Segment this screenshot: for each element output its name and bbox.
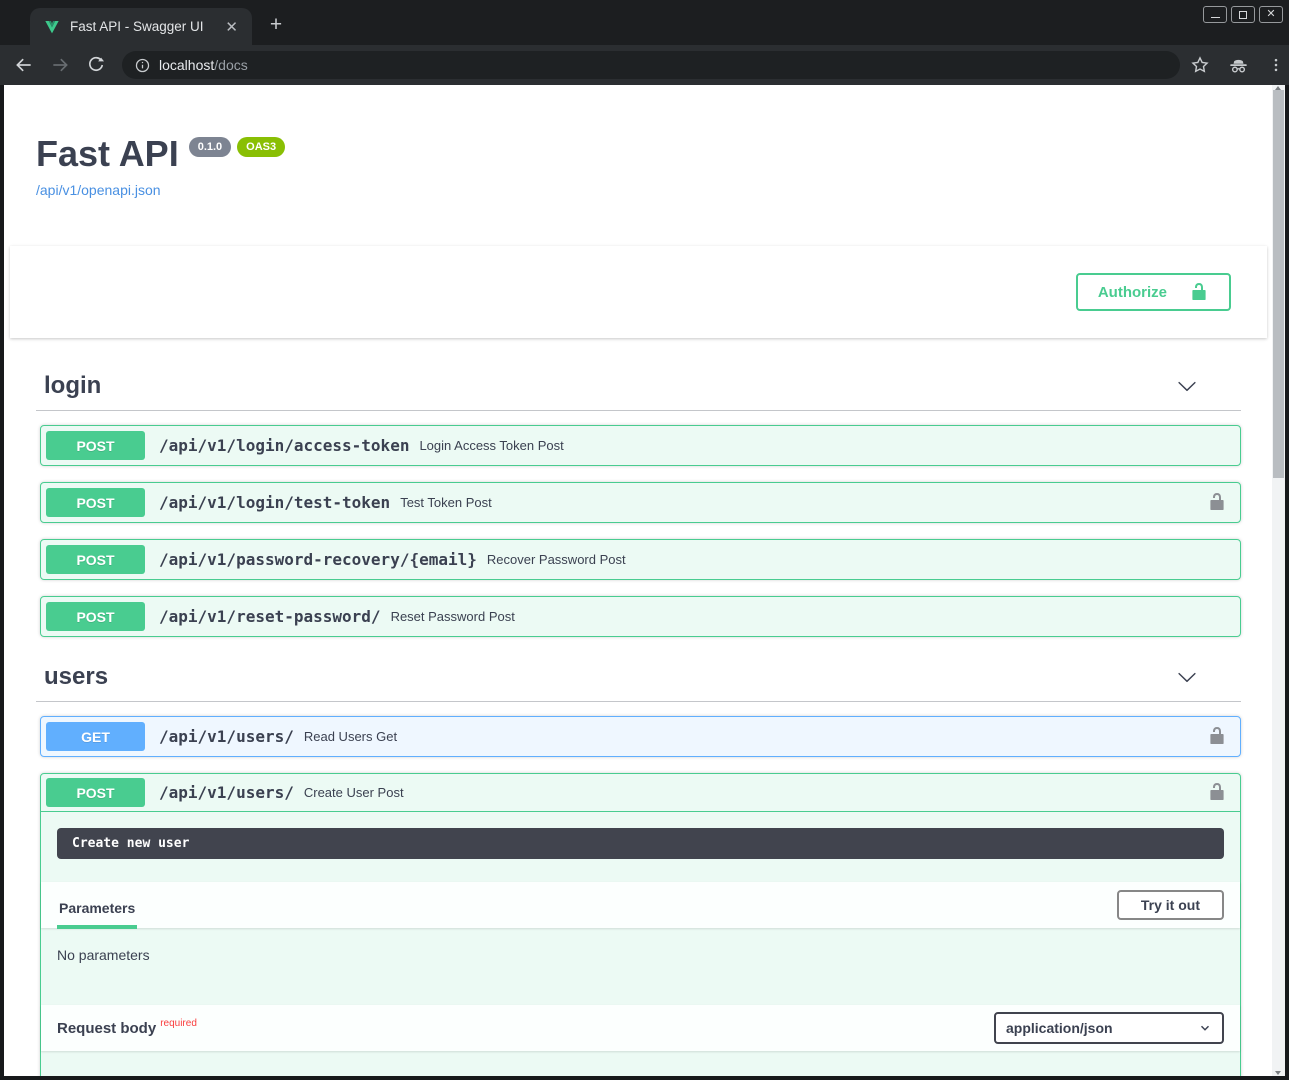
chevron-down-icon xyxy=(1198,1021,1212,1035)
oas3-badge: OAS3 xyxy=(237,137,285,157)
auth-lock-button[interactable] xyxy=(1207,782,1227,804)
unlocked-padlock-icon xyxy=(1189,282,1209,302)
unlocked-padlock-icon xyxy=(1207,726,1227,746)
auth-lock-button[interactable] xyxy=(1207,492,1227,514)
incognito-icon[interactable] xyxy=(1228,55,1249,76)
back-arrow-icon xyxy=(14,55,34,75)
endpoint-summary[interactable]: POST /api/v1/login/access-token Login Ac… xyxy=(41,426,1240,465)
reload-icon xyxy=(86,55,106,75)
tab-title: Fast API - Swagger UI xyxy=(70,19,213,34)
endpoint-password-recovery: POST /api/v1/password-recovery/{email} R… xyxy=(40,539,1241,580)
endpoint-summary[interactable]: POST /api/v1/users/ Create User Post xyxy=(41,774,1240,812)
site-info-icon[interactable] xyxy=(134,57,151,74)
endpoint-login-test-token: POST /api/v1/login/test-token Test Token… xyxy=(40,482,1241,523)
endpoint-summary[interactable]: GET /api/v1/users/ Read Users Get xyxy=(41,717,1240,756)
unlocked-padlock-icon xyxy=(1207,782,1227,802)
scheme-container: Authorize xyxy=(10,246,1267,338)
endpoint-path: /api/v1/login/test-token xyxy=(159,493,390,512)
forward-arrow-icon xyxy=(50,55,70,75)
method-badge: POST xyxy=(46,488,145,517)
parameters-tab: Parameters xyxy=(57,890,137,929)
window-minimize-button[interactable] xyxy=(1203,6,1227,23)
scroll-down-arrow-icon[interactable] xyxy=(1275,1071,1281,1075)
browser-window: Fast API - Swagger UI ✕ + ✕ xyxy=(0,0,1289,1080)
url-host: localhost xyxy=(159,57,214,73)
authorize-label: Authorize xyxy=(1098,284,1167,301)
section-title: users xyxy=(44,663,108,691)
endpoint-description: Test Token Post xyxy=(400,495,492,510)
endpoint-create-user: POST /api/v1/users/ Create User Post Cre… xyxy=(40,773,1241,1076)
maximize-icon xyxy=(1239,11,1247,19)
version-badge: 0.1.0 xyxy=(189,137,231,157)
endpoint-description: Recover Password Post xyxy=(487,552,626,567)
endpoint-description: Create User Post xyxy=(304,785,404,800)
authorize-button[interactable]: Authorize xyxy=(1076,273,1231,311)
endpoint-summary[interactable]: POST /api/v1/login/test-token Test Token… xyxy=(41,483,1240,522)
method-badge: POST xyxy=(46,602,145,631)
parameters-header: Parameters Try it out xyxy=(41,882,1240,928)
endpoint-description: Login Access Token Post xyxy=(419,438,563,453)
media-type-value: application/json xyxy=(1006,1020,1198,1036)
operation-description: Create new user xyxy=(57,828,1224,859)
back-button[interactable] xyxy=(12,53,36,77)
url-text: localhost/docs xyxy=(159,57,248,73)
endpoint-path: /api/v1/users/ xyxy=(159,783,294,802)
no-parameters-text: No parameters xyxy=(41,928,1240,982)
window-close-button[interactable]: ✕ xyxy=(1259,6,1283,23)
operation-body: Create new user Parameters Try it out No… xyxy=(41,828,1240,1076)
api-info: Fast API 0.1.0 OAS3 /api/v1/openapi.json xyxy=(36,85,1241,200)
endpoint-reset-password: POST /api/v1/reset-password/ Reset Passw… xyxy=(40,596,1241,637)
chevron-down-icon[interactable] xyxy=(1177,667,1197,687)
endpoint-path: /api/v1/users/ xyxy=(159,727,294,746)
request-body-title: Request body xyxy=(57,1020,156,1037)
endpoint-description: Reset Password Post xyxy=(391,609,515,624)
required-badge: required xyxy=(160,1018,197,1029)
url-bar[interactable]: localhost/docs xyxy=(122,51,1180,79)
endpoint-login-access-token: POST /api/v1/login/access-token Login Ac… xyxy=(40,425,1241,466)
endpoint-summary[interactable]: POST /api/v1/password-recovery/{email} R… xyxy=(41,540,1240,579)
endpoint-summary[interactable]: POST /api/v1/reset-password/ Reset Passw… xyxy=(41,597,1240,636)
method-badge: GET xyxy=(46,722,145,751)
endpoint-read-users: GET /api/v1/users/ Read Users Get xyxy=(40,716,1241,757)
url-path: /docs xyxy=(214,57,247,73)
page-title: Fast API xyxy=(36,133,179,175)
unlocked-padlock-icon xyxy=(1207,492,1227,512)
method-badge: POST xyxy=(46,778,145,807)
menu-kebab-icon[interactable] xyxy=(1267,56,1285,74)
forward-button[interactable] xyxy=(48,53,72,77)
endpoint-path: /api/v1/login/access-token xyxy=(159,436,409,455)
endpoint-description: Read Users Get xyxy=(304,729,397,744)
tab-strip: Fast API - Swagger UI ✕ + ✕ xyxy=(0,0,1289,45)
favicon-v-icon xyxy=(44,19,60,35)
page-scrollbar[interactable] xyxy=(1272,85,1285,1076)
swagger-page: Fast API 0.1.0 OAS3 /api/v1/openapi.json… xyxy=(4,85,1285,1076)
window-maximize-button[interactable] xyxy=(1231,6,1255,23)
endpoint-path: /api/v1/password-recovery/{email} xyxy=(159,550,477,569)
scrollbar-thumb[interactable] xyxy=(1273,90,1284,478)
openapi-spec-link[interactable]: /api/v1/openapi.json xyxy=(36,182,161,198)
chevron-down-icon[interactable] xyxy=(1177,376,1197,396)
section-header-users[interactable]: users xyxy=(36,653,1241,702)
request-body-header: Request body required application/json xyxy=(41,1005,1240,1051)
try-it-out-button[interactable]: Try it out xyxy=(1117,890,1224,920)
tab-close-icon[interactable]: ✕ xyxy=(221,18,242,36)
method-badge: POST xyxy=(46,431,145,460)
reload-button[interactable] xyxy=(84,53,108,77)
bookmark-star-icon[interactable] xyxy=(1190,55,1210,75)
section-title: login xyxy=(44,372,101,400)
section-header-login[interactable]: login xyxy=(36,362,1241,411)
browser-toolbar: localhost/docs xyxy=(0,45,1289,85)
auth-lock-button[interactable] xyxy=(1207,726,1227,748)
method-badge: POST xyxy=(46,545,145,574)
browser-tab[interactable]: Fast API - Swagger UI ✕ xyxy=(30,8,252,45)
endpoint-path: /api/v1/reset-password/ xyxy=(159,607,381,626)
new-tab-button[interactable]: + xyxy=(262,12,290,40)
media-type-select[interactable]: application/json xyxy=(994,1012,1224,1044)
minimize-icon xyxy=(1211,17,1220,18)
